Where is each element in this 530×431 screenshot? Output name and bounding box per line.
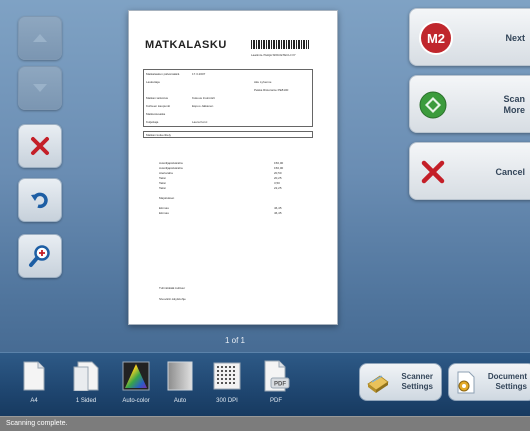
file-format-label: PDF	[270, 398, 282, 404]
color-mode-label: Auto-color	[122, 398, 150, 404]
doc-title: MATKALASKU	[145, 39, 227, 51]
single-sided-icon	[73, 361, 99, 391]
barcode-graphic	[251, 40, 309, 49]
svg-text:PDF: PDF	[274, 382, 286, 388]
doc-header-right: Laatimis-/Tekijä SPACETECH OY	[251, 53, 296, 57]
delete-x-icon	[31, 137, 49, 155]
dpi-grid-icon	[213, 362, 241, 390]
auto-label: Auto	[173, 398, 187, 404]
resolution-label: 300 DPI	[216, 398, 238, 404]
cancel-button[interactable]: Cancel	[409, 142, 530, 200]
document-gear-icon	[457, 371, 475, 394]
magnifier-zoom-icon	[29, 245, 50, 267]
svg-text:M2: M2	[427, 31, 445, 46]
resolution-option[interactable]: 300 DPI	[203, 359, 251, 404]
pdf-file-icon: PDF	[264, 360, 290, 392]
sides-option[interactable]: 1 Sided	[62, 359, 110, 404]
rotate-icon	[31, 192, 48, 209]
scroll-down-button[interactable]	[18, 66, 62, 110]
scan-more-button[interactable]: Scan More	[409, 75, 530, 133]
paper-size-option[interactable]: A4	[10, 359, 58, 404]
doc-expense-values: 150,00 150,00 20,50 20,25 3,50 22,25 46,…	[274, 161, 284, 215]
scan-options-toolbar: A4 1 Sided Auto-color Auto 300 DPI PDF P…	[0, 352, 530, 416]
sides-label: 1 Sided	[75, 398, 97, 404]
page-icon	[23, 361, 45, 391]
document-settings-button[interactable]: Document Settings	[448, 363, 530, 401]
rotate-page-button[interactable]	[18, 178, 62, 222]
color-mode-option[interactable]: Auto-color	[112, 359, 160, 404]
arrow-up-icon	[33, 34, 47, 42]
doc-expense-labels: Autoilijapäiväraha Autoilijapäiväraha At…	[159, 161, 183, 215]
scan-more-label: Scan More	[503, 94, 525, 115]
next-label: Next	[505, 33, 525, 43]
doc-footer-1: Tuhmikkäät kulttuur	[159, 286, 186, 290]
doc-footer-2: Sivuvärin käyttöohje	[159, 297, 186, 301]
scanner-settings-button[interactable]: Scanner Settings	[359, 363, 442, 401]
doc-info-box: Matkalaskun päivämäärä 17.3.2007 Laskutt…	[143, 69, 313, 127]
file-format-option[interactable]: PDF PDF	[252, 359, 300, 404]
delete-page-button[interactable]	[18, 124, 62, 168]
scroll-up-button[interactable]	[18, 16, 62, 60]
document-preview[interactable]: MATKALASKU Laatimis-/Tekijä SPACETECH OY…	[128, 10, 338, 325]
color-spectrum-icon	[122, 361, 150, 391]
doc-section-bar: Matkan kuluerittely	[143, 131, 313, 138]
arrow-down-icon	[33, 84, 47, 92]
cancel-x-icon	[421, 160, 445, 184]
status-bar: Scanning complete.	[0, 416, 530, 431]
next-button[interactable]: M2 Next	[409, 8, 530, 66]
m2-logo-icon: M2	[419, 21, 453, 55]
grayscale-icon	[167, 361, 193, 391]
cancel-label: Cancel	[495, 167, 525, 177]
scan-diamond-icon	[419, 91, 447, 119]
zoom-in-button[interactable]	[18, 234, 62, 278]
paper-size-label: A4	[30, 398, 38, 404]
scanner-settings-label: Scanner Settings	[401, 372, 433, 391]
document-settings-label: Document Settings	[487, 372, 527, 391]
auto-option[interactable]: Auto	[156, 359, 204, 404]
scanner-icon	[367, 375, 389, 393]
page-counter: 1 of 1	[224, 336, 245, 345]
